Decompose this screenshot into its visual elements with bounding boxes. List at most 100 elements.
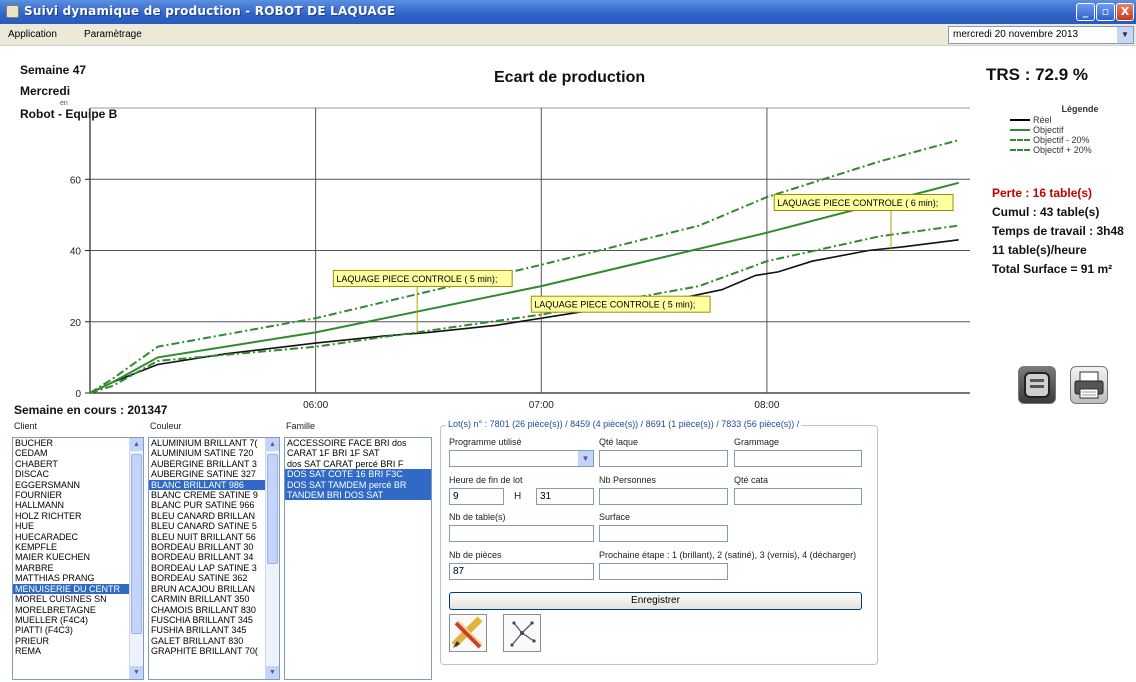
x-tick-label: 06:00 [303,400,328,411]
client-list-item[interactable]: MAIER KUECHEN [13,552,143,562]
couleur-list-item[interactable]: ALUMINIUM SATINE 720 [149,448,279,458]
terminal-button[interactable] [1018,366,1056,404]
scroll-down-icon[interactable]: ▼ [266,666,279,679]
client-scrollbar[interactable]: ▲ ▼ [129,438,143,679]
prochaine-input[interactable] [599,563,728,580]
famille-list-item[interactable]: CARAT 1F BRI 1F SAT [285,448,431,458]
scroll-thumb[interactable] [131,454,142,634]
pencil-ruler-icon [451,616,483,649]
grammage-input[interactable] [734,450,862,467]
print-button[interactable] [1070,366,1108,404]
qte-laque-input[interactable] [599,450,728,467]
couleur-list-item[interactable]: BLEU CANARD SATINE 5 [149,521,279,531]
scroll-up-icon[interactable]: ▲ [130,438,143,451]
client-list-item[interactable]: MORELBRETAGNE [13,605,143,615]
nb-tables-input[interactable] [449,525,594,542]
x-tick-label: 08:00 [754,400,779,411]
heure-hours-input[interactable]: 9 [449,488,504,505]
client-list-item[interactable]: MARBRE [13,563,143,573]
programme-label: Programme utilisé [449,437,522,447]
series-line-1 [89,181,959,394]
famille-list-item[interactable]: dos SAT CARAT percé BRI F [285,459,431,469]
client-list-item[interactable]: MENUISERIE DU CENTR [13,583,143,595]
client-list-item[interactable]: MATTHIAS PRANG [13,573,143,583]
couleur-list-item[interactable]: GRAPHITE BRILLANT 70( [149,646,279,656]
annotation-text: LAQUAGE PIECE CONTROLE ( 5 min); [336,274,497,284]
famille-list-item[interactable]: ACCESSOIRE FACE BRI dos [285,438,431,448]
client-list-item[interactable]: PIATTI (F4C3) [13,625,143,635]
x-tick-label: 07:00 [529,400,554,411]
annotation-text: LAQUAGE PIECE CONTROLE ( 6 min); [777,198,938,208]
couleur-list-item[interactable]: BORDEAU BRILLANT 34 [149,552,279,562]
famille-list-item[interactable]: DOS SAT COTE 16 BRI F3C [285,469,431,480]
scroll-down-icon[interactable]: ▼ [130,666,143,679]
couleur-list-item[interactable]: FUSHIA BRILLANT 345 [149,625,279,635]
couleur-list-item[interactable]: GALET BRILLANT 830 [149,636,279,646]
heure-label: Heure de fin de lot [449,475,523,485]
famille-list[interactable]: ACCESSOIRE FACE BRI dos CARAT 1F BRI 1F S… [284,437,432,680]
tree-button[interactable] [503,614,541,652]
nb-tables-label: Nb de table(s) [449,512,506,522]
client-list-item[interactable]: BUCHER [13,438,143,448]
nb-personnes-input[interactable] [599,488,728,505]
edit-button[interactable] [449,614,487,652]
famille-list-item[interactable]: DOS SAT TAMDEM percé BR [285,479,431,491]
client-list-item[interactable]: MUELLER (F4C4) [13,615,143,625]
y-tick-label: 40 [70,247,82,258]
h-separator: H [514,491,522,502]
client-list-item[interactable]: REMA [13,646,143,656]
heure-minutes-input[interactable]: 31 [536,488,594,505]
client-list-item[interactable]: HALLMANN [13,500,143,510]
couleur-list-item[interactable]: BORDEAU BRILLANT 30 [149,542,279,552]
surface-label: Surface [599,512,631,522]
legend-title: Légende [1061,104,1099,114]
client-list-item[interactable]: PRIEUR [13,636,143,646]
couleur-list-item[interactable]: BORDEAU SATINE 362 [149,573,279,583]
y-tick-label: 20 [70,318,82,329]
chevron-down-icon[interactable]: ▼ [578,451,593,466]
couleur-list-item[interactable]: BLANC BRILLANT 986 [149,479,279,491]
programme-select[interactable]: ▼ [449,450,594,467]
couleur-scrollbar[interactable]: ▲ ▼ [265,438,279,679]
couleur-list-item[interactable]: BLEU NUIT BRILLANT 56 [149,532,279,542]
qte-cata-input[interactable] [734,488,862,505]
client-list-item[interactable]: HUECARADEC [13,532,143,542]
couleur-list-item[interactable]: BLANC CREME SATINE 9 [149,490,279,500]
client-list-item[interactable]: DISCAC [13,469,143,479]
client-list-item[interactable]: HOLZ RICHTER [13,511,143,521]
printer-icon [1074,371,1104,399]
couleur-list-item[interactable]: CHAMOIS BRILLANT 830 [149,605,279,615]
couleur-list-item[interactable]: AUBERGINE SATINE 327 [149,469,279,479]
couleur-list-item[interactable]: BRUN ACAJOU BRILLAN [149,584,279,594]
couleur-list-item[interactable]: BLEU CANARD BRILLAN [149,511,279,521]
client-list-item[interactable]: EGGERSMANN [13,480,143,490]
client-list[interactable]: BUCHER CEDAM CHABERT DISCAC EGGERSMANN FOURNI… [12,437,144,680]
app-window: { "window": {"title": "Suivi dynamique d… [0,0,1136,682]
client-list-item[interactable]: MOREL CUISINES SN [13,594,143,604]
legend-label: Réel [1033,115,1052,125]
couleur-list-item[interactable]: FUSCHIA BRILLANT 345 [149,615,279,625]
legend-item: Réel [1010,115,1120,125]
legend-label: Objectif + 20% [1033,145,1092,155]
nb-pieces-label: Nb de pièces [449,550,502,560]
client-list-item[interactable]: CEDAM [13,448,143,458]
scroll-thumb[interactable] [267,454,278,564]
famille-list-item[interactable]: TANDEM BRI DOS SAT [285,490,431,501]
couleur-list-item[interactable]: BORDEAU LAP SATINE 3 [149,563,279,573]
nb-pieces-input[interactable]: 87 [449,563,594,580]
couleur-list-item[interactable]: BLANC PUR SATINE 966 [149,500,279,510]
couleur-list-item[interactable]: AUBERGINE BRILLANT 3 [149,459,279,469]
client-list-item[interactable]: FOURNIER [13,490,143,500]
client-list-item[interactable]: CHABERT [13,459,143,469]
couleur-label: Couleur [150,421,182,431]
couleur-list[interactable]: ALUMINIUM BRILLANT 7(ALUMINIUM SATINE 72… [148,437,280,680]
couleur-list-item[interactable]: ALUMINIUM BRILLANT 7( [149,438,279,448]
couleur-list-item[interactable]: CARMIN BRILLANT 350 [149,594,279,604]
y-tick-label: 60 [70,175,82,186]
nb-personnes-label: Nb Personnes [599,475,657,485]
client-list-item[interactable]: KEMPFLE [13,542,143,552]
client-list-item[interactable]: HUE [13,521,143,531]
save-button[interactable]: Enregistrer [449,592,862,610]
scroll-up-icon[interactable]: ▲ [266,438,279,451]
surface-input[interactable] [599,525,728,542]
